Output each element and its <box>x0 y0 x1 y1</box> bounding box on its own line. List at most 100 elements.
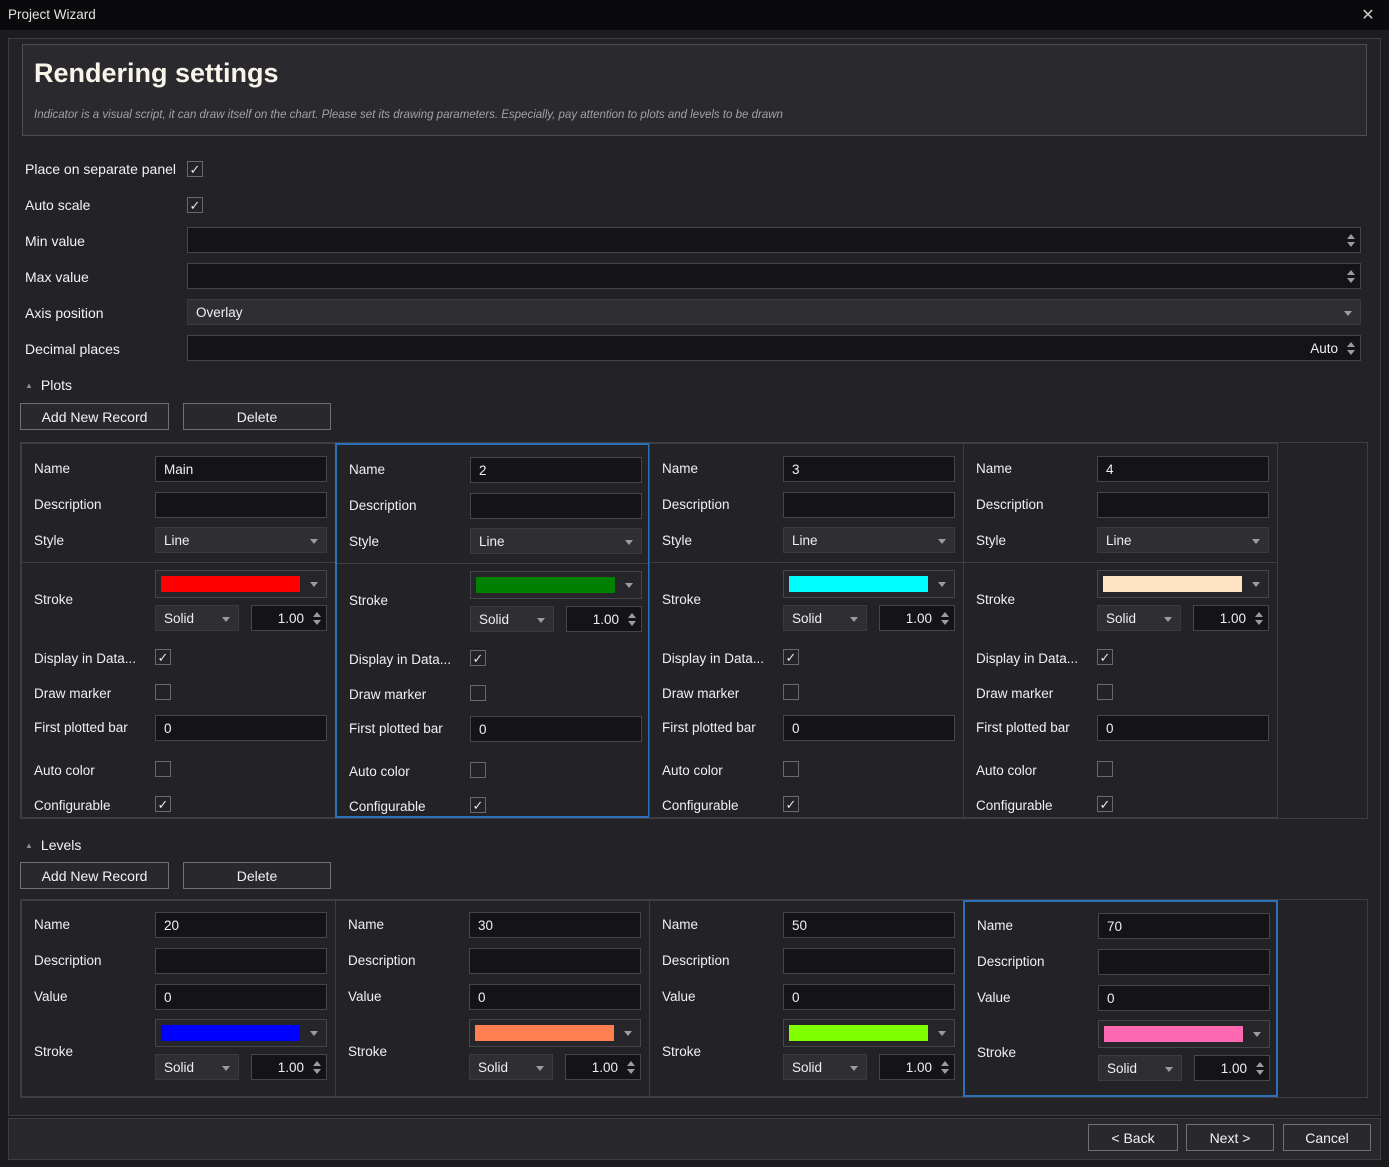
stroke-color-picker[interactable] <box>155 1019 327 1047</box>
close-icon[interactable]: ✕ <box>1357 5 1379 25</box>
plot-description-input[interactable] <box>470 493 642 519</box>
plot-style-select[interactable]: Line <box>155 527 327 553</box>
max-value-input[interactable] <box>187 263 1361 289</box>
spinner[interactable] <box>625 607 638 631</box>
level-name-input[interactable]: 70 <box>1098 913 1270 939</box>
stroke-width-input[interactable]: 1.00 <box>251 605 327 631</box>
auto-scale-checkbox[interactable] <box>187 197 203 213</box>
plots-add-new-record-button[interactable]: Add New Record <box>20 403 169 430</box>
place-on-separate-panel-checkbox[interactable] <box>187 161 203 177</box>
level-description-input[interactable] <box>783 948 955 974</box>
stroke-style-select[interactable]: Solid <box>783 605 867 631</box>
stroke-color-picker[interactable] <box>155 570 327 598</box>
stroke-color-picker[interactable] <box>469 1019 641 1047</box>
auto-color-checkbox[interactable] <box>783 761 799 777</box>
spin-down-icon[interactable] <box>941 1069 949 1074</box>
first-plotted-bar-input[interactable]: 0 <box>470 716 642 742</box>
plot-name-input[interactable]: 4 <box>1097 456 1269 482</box>
draw-marker-checkbox[interactable] <box>155 684 171 700</box>
plot-card[interactable]: Name Main Description Style Line Stroke … <box>21 443 336 818</box>
auto-color-checkbox[interactable] <box>155 761 171 777</box>
configurable-checkbox[interactable] <box>470 797 486 813</box>
first-plotted-bar-input[interactable]: 0 <box>783 715 955 741</box>
configurable-checkbox[interactable] <box>783 796 799 812</box>
spin-down-icon[interactable] <box>627 1069 635 1074</box>
spin-up-icon[interactable] <box>1255 612 1263 617</box>
spin-down-icon[interactable] <box>313 1069 321 1074</box>
plot-name-input[interactable]: 3 <box>783 456 955 482</box>
stroke-width-input[interactable]: 1.00 <box>879 1054 955 1080</box>
plot-style-select[interactable]: Line <box>1097 527 1269 553</box>
level-card[interactable]: Name 30 Description Value 0 Stroke Solid… <box>335 900 650 1097</box>
spinner[interactable] <box>310 606 323 630</box>
axis-position-select[interactable]: Overlay <box>187 299 1361 325</box>
stroke-color-picker[interactable] <box>783 570 955 598</box>
first-plotted-bar-input[interactable]: 0 <box>155 715 327 741</box>
next-button[interactable]: Next > <box>1186 1124 1274 1151</box>
stroke-style-select[interactable]: Solid <box>1098 1055 1182 1081</box>
level-description-input[interactable] <box>1098 949 1270 975</box>
level-value-input[interactable]: 0 <box>155 984 327 1010</box>
levels-delete-button[interactable]: Delete <box>183 862 331 889</box>
auto-color-checkbox[interactable] <box>470 762 486 778</box>
stroke-style-select[interactable]: Solid <box>155 605 239 631</box>
stroke-style-select[interactable]: Solid <box>469 1054 553 1080</box>
draw-marker-checkbox[interactable] <box>470 685 486 701</box>
plot-name-input[interactable]: 2 <box>470 457 642 483</box>
spinner[interactable] <box>310 1055 323 1079</box>
stroke-width-input[interactable]: 1.00 <box>251 1054 327 1080</box>
level-description-input[interactable] <box>469 948 641 974</box>
stroke-style-select[interactable]: Solid <box>1097 605 1181 631</box>
plot-card[interactable]: Name 3 Description Style Line Stroke Sol… <box>649 443 964 818</box>
spin-up-icon[interactable] <box>627 1061 635 1066</box>
spin-up-icon[interactable] <box>1347 234 1355 239</box>
spinner[interactable] <box>624 1055 637 1079</box>
decimal-places-input[interactable]: Auto <box>187 335 1361 361</box>
spinner[interactable] <box>1344 264 1357 288</box>
spin-up-icon[interactable] <box>628 613 636 618</box>
display-in-data-checkbox[interactable] <box>1097 649 1113 665</box>
cancel-button[interactable]: Cancel <box>1283 1124 1371 1151</box>
spin-up-icon[interactable] <box>1347 270 1355 275</box>
spinner[interactable] <box>938 1055 951 1079</box>
spin-down-icon[interactable] <box>941 620 949 625</box>
stroke-style-select[interactable]: Solid <box>783 1054 867 1080</box>
spin-down-icon[interactable] <box>1255 620 1263 625</box>
stroke-color-picker[interactable] <box>1097 570 1269 598</box>
spin-up-icon[interactable] <box>313 612 321 617</box>
plot-description-input[interactable] <box>783 492 955 518</box>
level-card[interactable]: Name 20 Description Value 0 Stroke Solid… <box>21 900 336 1097</box>
stroke-width-input[interactable]: 1.00 <box>1193 605 1269 631</box>
levels-section-header[interactable]: ▲ Levels <box>25 837 81 853</box>
level-description-input[interactable] <box>155 948 327 974</box>
spin-up-icon[interactable] <box>941 612 949 617</box>
min-value-input[interactable] <box>187 227 1361 253</box>
display-in-data-checkbox[interactable] <box>783 649 799 665</box>
levels-add-new-record-button[interactable]: Add New Record <box>20 862 169 889</box>
draw-marker-checkbox[interactable] <box>1097 684 1113 700</box>
plot-style-select[interactable]: Line <box>783 527 955 553</box>
spin-down-icon[interactable] <box>1256 1070 1264 1075</box>
plot-name-input[interactable]: Main <box>155 456 327 482</box>
auto-color-checkbox[interactable] <box>1097 761 1113 777</box>
stroke-width-input[interactable]: 1.00 <box>879 605 955 631</box>
level-value-input[interactable]: 0 <box>783 984 955 1010</box>
plot-description-input[interactable] <box>1097 492 1269 518</box>
spin-up-icon[interactable] <box>1256 1062 1264 1067</box>
level-name-input[interactable]: 20 <box>155 912 327 938</box>
plot-style-select[interactable]: Line <box>470 528 642 554</box>
spin-down-icon[interactable] <box>1347 350 1355 355</box>
level-value-input[interactable]: 0 <box>1098 985 1270 1011</box>
stroke-color-picker[interactable] <box>1098 1020 1270 1048</box>
plot-card[interactable]: Name 4 Description Style Line Stroke Sol… <box>963 443 1278 818</box>
spinner[interactable] <box>1252 606 1265 630</box>
configurable-checkbox[interactable] <box>155 796 171 812</box>
spin-down-icon[interactable] <box>1347 242 1355 247</box>
back-button[interactable]: < Back <box>1088 1124 1178 1151</box>
stroke-width-input[interactable]: 1.00 <box>566 606 642 632</box>
spinner[interactable] <box>1344 336 1357 360</box>
plots-delete-button[interactable]: Delete <box>183 403 331 430</box>
draw-marker-checkbox[interactable] <box>783 684 799 700</box>
spin-up-icon[interactable] <box>313 1061 321 1066</box>
level-card[interactable]: Name 50 Description Value 0 Stroke Solid… <box>649 900 964 1097</box>
